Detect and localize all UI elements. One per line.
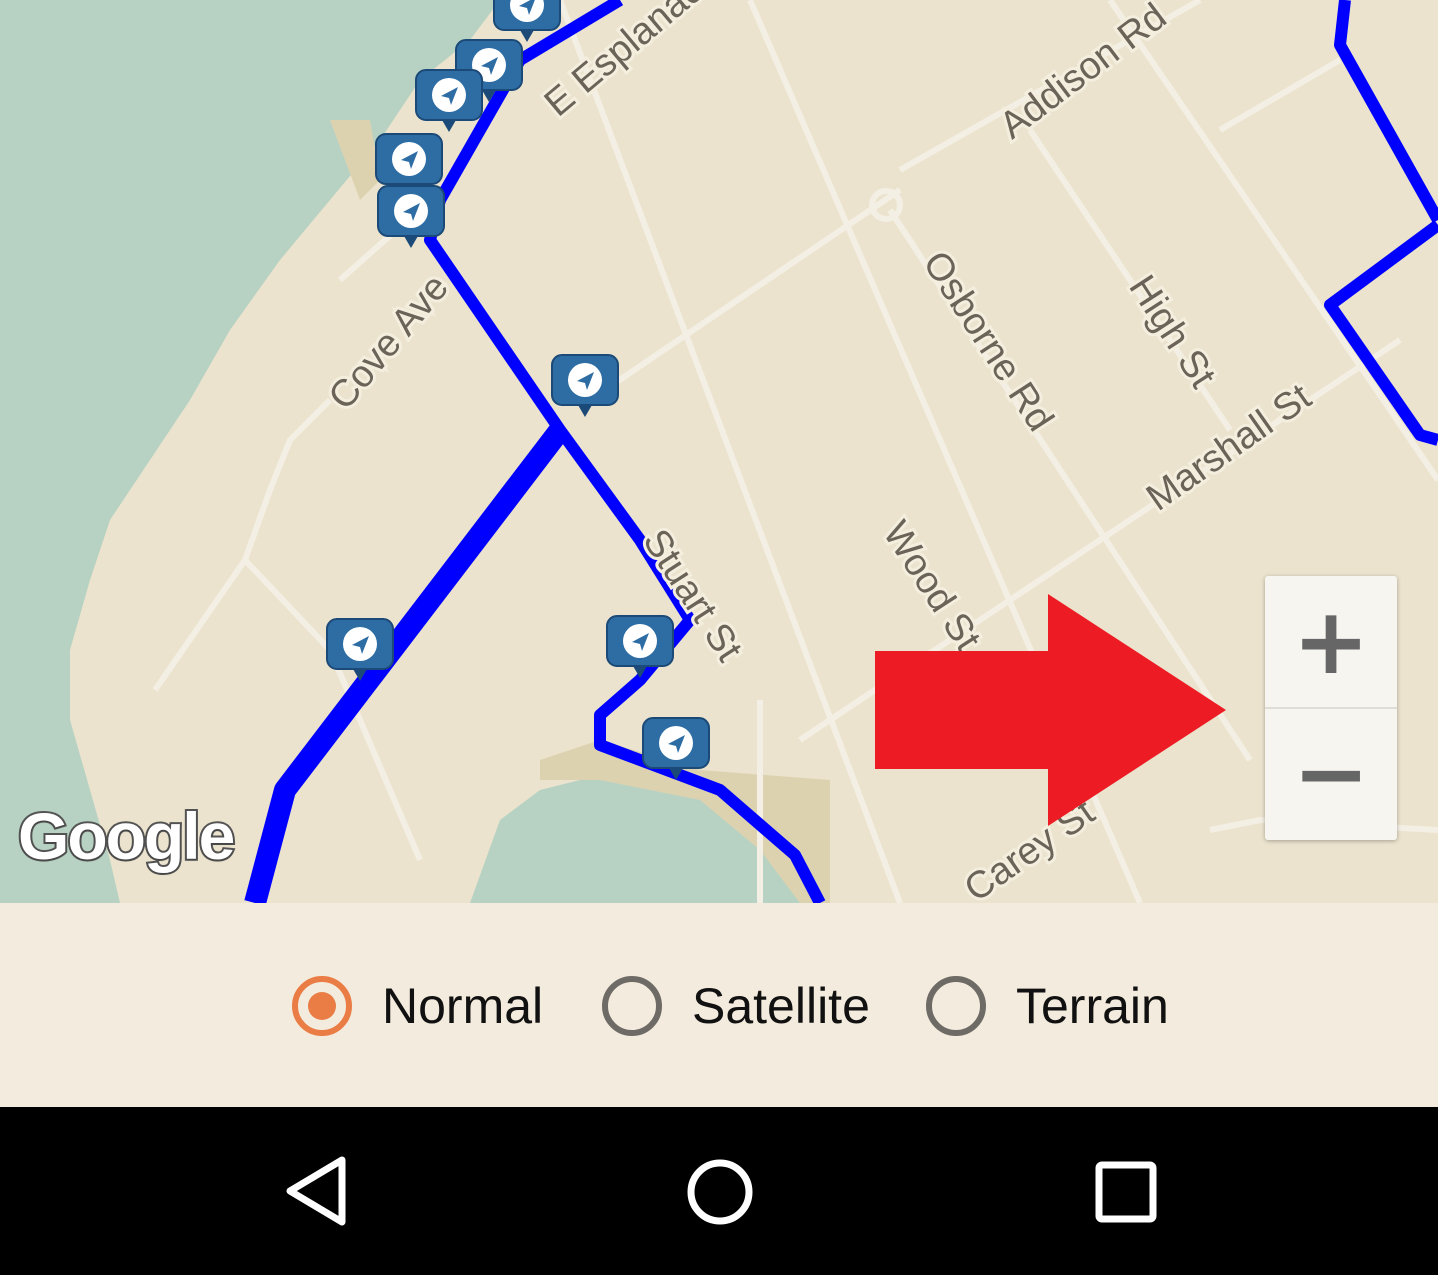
navigation-arrow-icon[interactable] (550, 353, 620, 423)
zoom-out-label: − (1292, 719, 1370, 827)
navigation-arrow-icon[interactable] (641, 716, 711, 786)
zoom-out-button[interactable]: − (1265, 708, 1397, 839)
map-canvas[interactable]: E Esplanade Addison Rd Cove Ave Osborne … (0, 0, 1438, 903)
annotation-arrow (875, 594, 1226, 826)
zoom-controls: + − (1265, 576, 1397, 840)
google-logo: Google (16, 797, 237, 875)
zoom-in-label: + (1292, 587, 1370, 695)
radio-unchecked-icon[interactable] (926, 976, 986, 1036)
zoom-in-button[interactable]: + (1265, 576, 1397, 709)
street-label-carey-st: Carey St (957, 791, 1103, 903)
navigation-arrow-icon[interactable] (325, 617, 395, 687)
radio-terrain[interactable]: Terrain (926, 971, 1169, 1041)
street-label-marshall-st: Marshall St (1139, 376, 1319, 520)
map-view[interactable]: E Esplanade Addison Rd Cove Ave Osborne … (0, 0, 1438, 903)
radio-satellite-label[interactable]: Satellite (692, 977, 870, 1035)
navigation-arrow-icon[interactable] (376, 184, 446, 254)
radio-satellite[interactable]: Satellite (602, 971, 870, 1041)
radio-terrain-label[interactable]: Terrain (1016, 977, 1169, 1035)
street-label-high-st: High St (1120, 268, 1223, 396)
radio-checked-icon[interactable] (292, 976, 352, 1036)
map-type-selector: Normal Satellite Terrain (0, 903, 1438, 1107)
street-label-addison-rd: Addison Rd (992, 0, 1174, 147)
street-label-cove-ave: Cove Ave (321, 267, 457, 418)
navigation-arrow-icon[interactable] (414, 68, 484, 138)
system-navigation-bar (0, 1107, 1438, 1275)
radio-unchecked-icon[interactable] (602, 976, 662, 1036)
home-circle-icon[interactable] (675, 1147, 765, 1237)
recents-square-icon[interactable] (1081, 1147, 1171, 1237)
street-label-wood-st: Wood St (874, 514, 988, 659)
radio-normal-label[interactable]: Normal (382, 977, 543, 1035)
navigation-arrow-icon[interactable] (605, 614, 675, 684)
back-triangle-icon[interactable] (272, 1147, 362, 1237)
street-label-osborne-rd: Osborne Rd (914, 244, 1061, 439)
radio-normal[interactable]: Normal (292, 971, 543, 1041)
